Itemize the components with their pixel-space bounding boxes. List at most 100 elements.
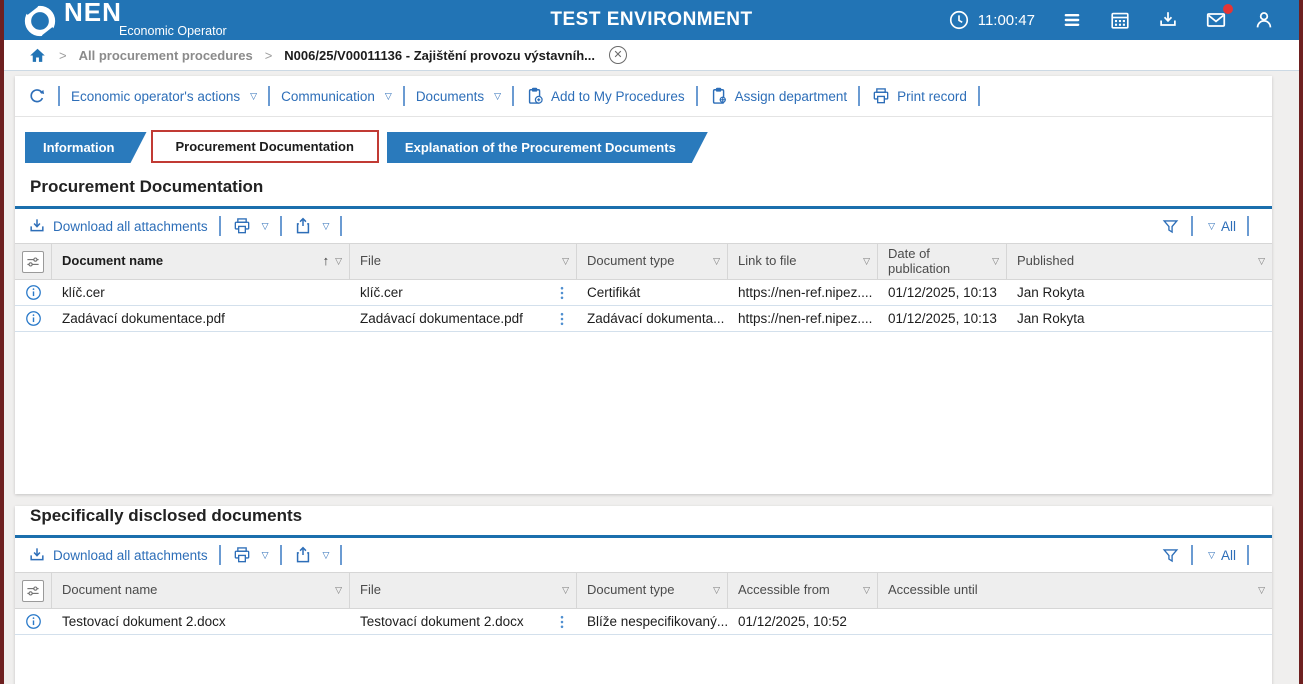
file-name[interactable]: klíč.cer bbox=[360, 285, 403, 300]
download-all-attachments-button[interactable]: Download all attachments bbox=[27, 216, 208, 236]
column-filter-icon[interactable]: ▽ bbox=[335, 586, 342, 595]
row-menu-icon[interactable] bbox=[555, 285, 569, 301]
row-detail-cell bbox=[15, 609, 52, 634]
cell-link-to-file[interactable]: https://nen-ref.nipez.... bbox=[728, 280, 878, 305]
cell-accessible-from: 01/12/2025, 10:52 bbox=[728, 609, 878, 634]
filter-funnel-icon[interactable] bbox=[1161, 217, 1180, 236]
cell-accessible-until bbox=[878, 609, 1272, 634]
tab-procurement-documentation[interactable]: Procurement Documentation bbox=[151, 130, 379, 163]
cell-document-name: klíč.cer bbox=[52, 280, 350, 305]
mail-button[interactable] bbox=[1205, 9, 1227, 31]
menu-label: Communication bbox=[281, 89, 375, 104]
row-menu-icon[interactable] bbox=[555, 614, 569, 630]
export-table-button[interactable]: ▽ bbox=[293, 545, 330, 565]
column-filter-icon[interactable]: ▽ bbox=[992, 257, 999, 266]
download-label: Download all attachments bbox=[53, 548, 208, 563]
toolbar-divider bbox=[1247, 545, 1249, 565]
clipboard-add-icon bbox=[525, 86, 545, 106]
brand-subtitle: Economic Operator bbox=[119, 24, 227, 38]
toolbar-divider bbox=[280, 545, 282, 565]
breadcrumb-all-procedures[interactable]: All procurement procedures bbox=[79, 48, 253, 63]
procurement-card: Economic operator's actions ▽ Communicat… bbox=[15, 76, 1272, 494]
file-name[interactable]: Zadávací dokumentace.pdf bbox=[360, 311, 523, 326]
breadcrumb-separator-icon: > bbox=[59, 48, 67, 63]
file-name[interactable]: Testovací dokument 2.docx bbox=[360, 614, 524, 629]
column-header-file[interactable]: File ▽ bbox=[350, 573, 577, 608]
table-row[interactable]: klíč.cer klíč.cer Certifikát https://nen… bbox=[15, 280, 1272, 306]
column-label: File bbox=[360, 583, 560, 598]
column-settings-icon[interactable] bbox=[22, 580, 44, 602]
column-header-published[interactable]: Published ▽ bbox=[1007, 244, 1272, 279]
table-row[interactable]: Zadávací dokumentace.pdf Zadávací dokume… bbox=[15, 306, 1272, 332]
column-header-link-to-file[interactable]: Link to file ▽ bbox=[728, 244, 878, 279]
column-filter-icon[interactable]: ▽ bbox=[562, 257, 569, 266]
cell-link-to-file[interactable]: https://nen-ref.nipez.... bbox=[728, 306, 878, 331]
tab-explanation[interactable]: Explanation of the Procurement Documents bbox=[387, 132, 708, 163]
filter-funnel-icon[interactable] bbox=[1161, 546, 1180, 565]
add-to-my-procedures-button[interactable]: Add to My Procedures bbox=[525, 86, 685, 106]
refresh-icon[interactable] bbox=[27, 86, 47, 106]
print-table-button[interactable]: ▽ bbox=[232, 216, 269, 236]
column-filter-icon[interactable]: ▽ bbox=[1258, 257, 1265, 266]
column-header-document-name[interactable]: Document name ▽ bbox=[52, 573, 350, 608]
row-detail-cell bbox=[15, 280, 52, 305]
toolbar-divider bbox=[280, 216, 282, 236]
column-filter-icon[interactable]: ▽ bbox=[863, 257, 870, 266]
column-header-accessible-from[interactable]: Accessible from ▽ bbox=[728, 573, 878, 608]
table-toolbar: Download all attachments ▽ bbox=[15, 209, 1272, 243]
cell-document-type: Blíže nespecifikovaný... bbox=[577, 609, 728, 634]
breadcrumb-current-procedure[interactable]: N006/25/V00011136 - Zajištění provozu vý… bbox=[284, 48, 595, 63]
cell-file: klíč.cer bbox=[350, 280, 577, 305]
column-settings-icon[interactable] bbox=[22, 251, 44, 273]
table-header-row: Document name ↑ ▽ File ▽ Document type ▽… bbox=[15, 243, 1272, 280]
home-icon[interactable] bbox=[28, 46, 47, 65]
column-header-document-type[interactable]: Document type ▽ bbox=[577, 573, 728, 608]
table-row[interactable]: Testovací dokument 2.docx Testovací doku… bbox=[15, 609, 1272, 635]
download-all-attachments-button[interactable]: Download all attachments bbox=[27, 545, 208, 565]
table-filter-controls: ▽ All bbox=[1161, 545, 1260, 565]
column-header-document-type[interactable]: Document type ▽ bbox=[577, 244, 728, 279]
filter-all-dropdown[interactable]: ▽ All bbox=[1204, 548, 1236, 563]
calendar-icon[interactable] bbox=[1109, 9, 1131, 31]
export-icon bbox=[293, 216, 313, 236]
brand-home-link[interactable]: NEN Economic Operator bbox=[22, 1, 227, 39]
column-header-document-name[interactable]: Document name ↑ ▽ bbox=[52, 244, 350, 279]
user-icon[interactable] bbox=[1253, 9, 1275, 31]
column-header-date-of-publication[interactable]: Date of publication ▽ bbox=[878, 244, 1007, 279]
menu-communication[interactable]: Communication ▽ bbox=[281, 89, 392, 104]
table-filter-controls: ▽ All bbox=[1161, 216, 1260, 236]
column-label: Accessible until bbox=[888, 583, 1256, 598]
menu-documents[interactable]: Documents ▽ bbox=[416, 89, 501, 104]
print-record-button[interactable]: Print record bbox=[871, 86, 967, 106]
print-table-button[interactable]: ▽ bbox=[232, 545, 269, 565]
info-icon[interactable] bbox=[25, 613, 42, 630]
column-filter-icon[interactable]: ▽ bbox=[863, 586, 870, 595]
toolbar-divider bbox=[403, 86, 405, 106]
column-filter-icon[interactable]: ▽ bbox=[713, 257, 720, 266]
downloads-tray-icon[interactable] bbox=[1157, 9, 1179, 31]
cell-document-name: Testovací dokument 2.docx bbox=[52, 609, 350, 634]
info-icon[interactable] bbox=[25, 310, 42, 327]
info-icon[interactable] bbox=[25, 284, 42, 301]
tab-information[interactable]: Information bbox=[25, 132, 147, 163]
menu-icon[interactable] bbox=[1061, 9, 1083, 31]
cell-document-name: Zadávací dokumentace.pdf bbox=[52, 306, 350, 331]
column-filter-icon[interactable]: ▽ bbox=[335, 257, 342, 266]
column-label: File bbox=[360, 254, 560, 269]
specifically-disclosed-card: Specifically disclosed documents Downloa… bbox=[15, 506, 1272, 684]
export-table-button[interactable]: ▽ bbox=[293, 216, 330, 236]
menu-economic-operators-actions[interactable]: Economic operator's actions ▽ bbox=[71, 89, 257, 104]
column-filter-icon[interactable]: ▽ bbox=[713, 586, 720, 595]
filter-all-label: All bbox=[1221, 219, 1236, 234]
column-header-accessible-until[interactable]: Accessible until ▽ bbox=[878, 573, 1272, 608]
table-header-row: Document name ▽ File ▽ Document type ▽ A… bbox=[15, 572, 1272, 609]
top-header-bar: NEN Economic Operator TEST ENVIRONMENT 1… bbox=[4, 0, 1299, 40]
column-filter-icon[interactable]: ▽ bbox=[1258, 586, 1265, 595]
row-menu-icon[interactable] bbox=[555, 311, 569, 327]
assign-department-button[interactable]: Assign department bbox=[709, 86, 848, 106]
chevron-down-icon: ▽ bbox=[262, 222, 269, 231]
close-procedure-icon[interactable]: ✕ bbox=[609, 46, 627, 64]
column-filter-icon[interactable]: ▽ bbox=[562, 586, 569, 595]
filter-all-dropdown[interactable]: ▽ All bbox=[1204, 219, 1236, 234]
column-header-file[interactable]: File ▽ bbox=[350, 244, 577, 279]
